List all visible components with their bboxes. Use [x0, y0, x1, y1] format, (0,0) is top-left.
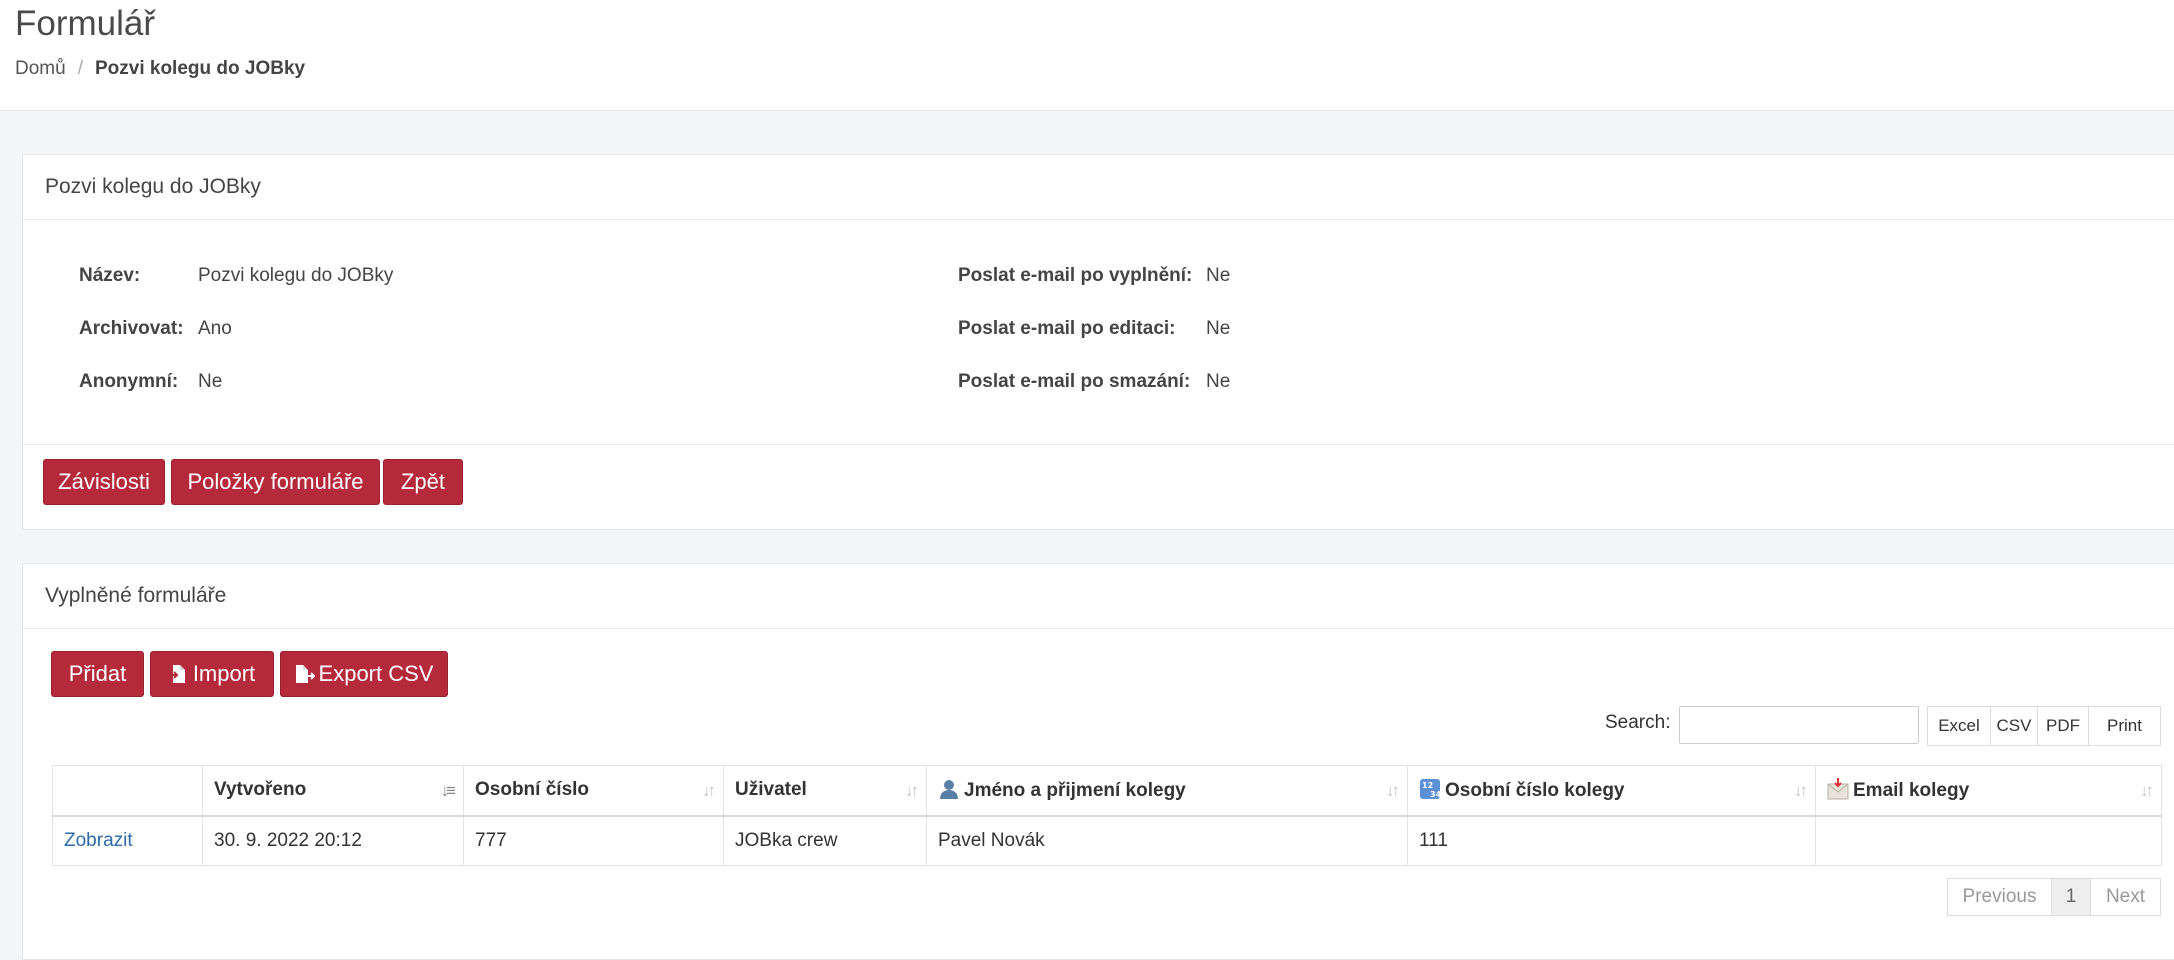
svg-text:34: 34	[1430, 790, 1441, 799]
pagination-page[interactable]: 1	[2051, 878, 2091, 916]
filled-panel-title: Vyplněné formuláře	[23, 564, 2174, 629]
dependencies-button[interactable]: Závislosti	[43, 459, 165, 505]
sort-desc-icon: ↓≡	[440, 781, 457, 800]
column-header-personal-number[interactable]: Osobní číslo ↓↑	[463, 765, 724, 817]
column-header-label: Osobní číslo	[475, 779, 590, 801]
csv-button[interactable]: CSV	[1990, 706, 2038, 746]
sort-icon: ↓↑	[905, 781, 919, 800]
file-export-icon	[295, 664, 315, 684]
file-import-icon	[168, 664, 187, 684]
table-cell-action: Zobrazit	[52, 815, 203, 866]
export-csv-label: Export CSV	[318, 661, 434, 686]
table-cell: JOBka crew	[723, 815, 927, 866]
import-label: Import	[192, 661, 256, 686]
table-cell: Pavel Novák	[926, 815, 1408, 866]
column-header-colleague-name[interactable]: Jméno a přijmení kolegy ↓↑	[926, 765, 1408, 817]
column-header-colleague-number[interactable]: 12 34 Osobní číslo kolegy ↓↑	[1407, 765, 1816, 817]
filled-forms-panel: Vyplněné formuláře	[22, 563, 2174, 960]
sort-icon: ↓↑	[1386, 781, 1400, 800]
numbers-icon: 12 34	[1419, 778, 1442, 800]
table-cell: 777	[463, 815, 724, 866]
breadcrumb-current: Pozvi kolegu do JOBky	[94, 58, 306, 79]
search-input[interactable]	[1679, 706, 1919, 744]
svg-text:12: 12	[1422, 781, 1433, 790]
form-panel-title: Pozvi kolegu do JOBky	[23, 155, 2174, 220]
detail-label: Poslat e-mail po smazání:	[958, 371, 1191, 392]
print-button[interactable]: Print	[2088, 706, 2161, 746]
table-header-row: Vytvořeno ↓≡ Osobní číslo ↓↑ Uživatel ↓↑…	[52, 765, 2162, 817]
form-items-button[interactable]: Položky formuláře	[171, 459, 380, 505]
detail-name: Název: Pozvi kolegu do JOBky	[79, 265, 393, 287]
page-header: Formulář Domů / Pozvi kolegu do JOBky	[0, 0, 2174, 111]
column-header-label: Uživatel	[735, 779, 807, 801]
excel-button[interactable]: Excel	[1927, 706, 1991, 746]
breadcrumb: Domů / Pozvi kolegu do JOBky	[15, 58, 305, 80]
column-header-colleague-email[interactable]: Email kolegy ↓↑	[1815, 765, 2162, 817]
filled-forms-table: Vytvořeno ↓≡ Osobní číslo ↓↑ Uživatel ↓↑…	[52, 765, 2162, 866]
breadcrumb-separator: /	[77, 58, 83, 79]
detail-value: Ano	[198, 318, 232, 339]
detail-value: Ne	[1206, 318, 1231, 339]
column-header-created[interactable]: Vytvořeno ↓≡	[202, 765, 464, 817]
pagination-next[interactable]: Next	[2090, 878, 2161, 916]
sort-icon: ↓↑	[2140, 781, 2154, 800]
detail-label: Anonymní:	[79, 371, 179, 392]
envelope-icon	[1827, 778, 1849, 800]
add-button[interactable]: Přidat	[51, 651, 144, 697]
detail-value: Ne	[1206, 265, 1231, 286]
detail-value: Pozvi kolegu do JOBky	[198, 265, 394, 286]
column-header-user[interactable]: Uživatel ↓↑	[723, 765, 927, 817]
detail-value: Ne	[198, 371, 223, 392]
column-header-label: Email kolegy	[1853, 780, 1970, 802]
pdf-button[interactable]: PDF	[2037, 706, 2089, 746]
detail-email-after-fill: Poslat e-mail po vyplnění: Ne	[958, 265, 1230, 287]
view-link[interactable]: Zobrazit	[64, 830, 133, 851]
back-button[interactable]: Zpět	[383, 459, 463, 505]
import-button[interactable]: Import	[150, 651, 274, 697]
detail-email-after-delete: Poslat e-mail po smazání: Ne	[958, 371, 1230, 393]
person-icon	[938, 778, 960, 800]
column-header-actions	[52, 765, 203, 817]
sort-icon: ↓↑	[1794, 781, 1808, 800]
sort-icon: ↓↑	[702, 781, 716, 800]
column-header-label: Osobní číslo kolegy	[1445, 780, 1625, 802]
form-panel-actions: Závislosti Položky formuláře Zpět	[23, 444, 2174, 529]
column-header-label: Jméno a přijmení kolegy	[964, 780, 1186, 802]
page-title: Formulář	[15, 4, 156, 43]
detail-anonymous: Anonymní: Ne	[79, 371, 222, 393]
breadcrumb-home[interactable]: Domů	[15, 58, 66, 79]
pagination-previous[interactable]: Previous	[1947, 878, 2052, 916]
detail-label: Poslat e-mail po vyplnění:	[958, 265, 1193, 286]
column-header-label: Vytvořeno	[214, 779, 307, 801]
table-cell: 111	[1407, 815, 1816, 866]
table-row: Zobrazit 30. 9. 2022 20:12 777 JOBka cre…	[52, 815, 2162, 866]
detail-archive: Archivovat: Ano	[79, 318, 232, 340]
table-cell	[1815, 815, 2162, 866]
detail-label: Poslat e-mail po editaci:	[958, 318, 1176, 339]
search-label: Search:	[1605, 712, 1671, 733]
detail-label: Archivovat:	[79, 318, 184, 339]
detail-value: Ne	[1206, 371, 1231, 392]
table-cell: 30. 9. 2022 20:12	[202, 815, 464, 866]
detail-email-after-edit: Poslat e-mail po editaci: Ne	[958, 318, 1230, 340]
detail-label: Název:	[79, 265, 141, 286]
export-csv-button[interactable]: Export CSV	[280, 651, 448, 697]
form-detail-panel: Pozvi kolegu do JOBky Název: Pozvi koleg…	[22, 154, 2174, 530]
